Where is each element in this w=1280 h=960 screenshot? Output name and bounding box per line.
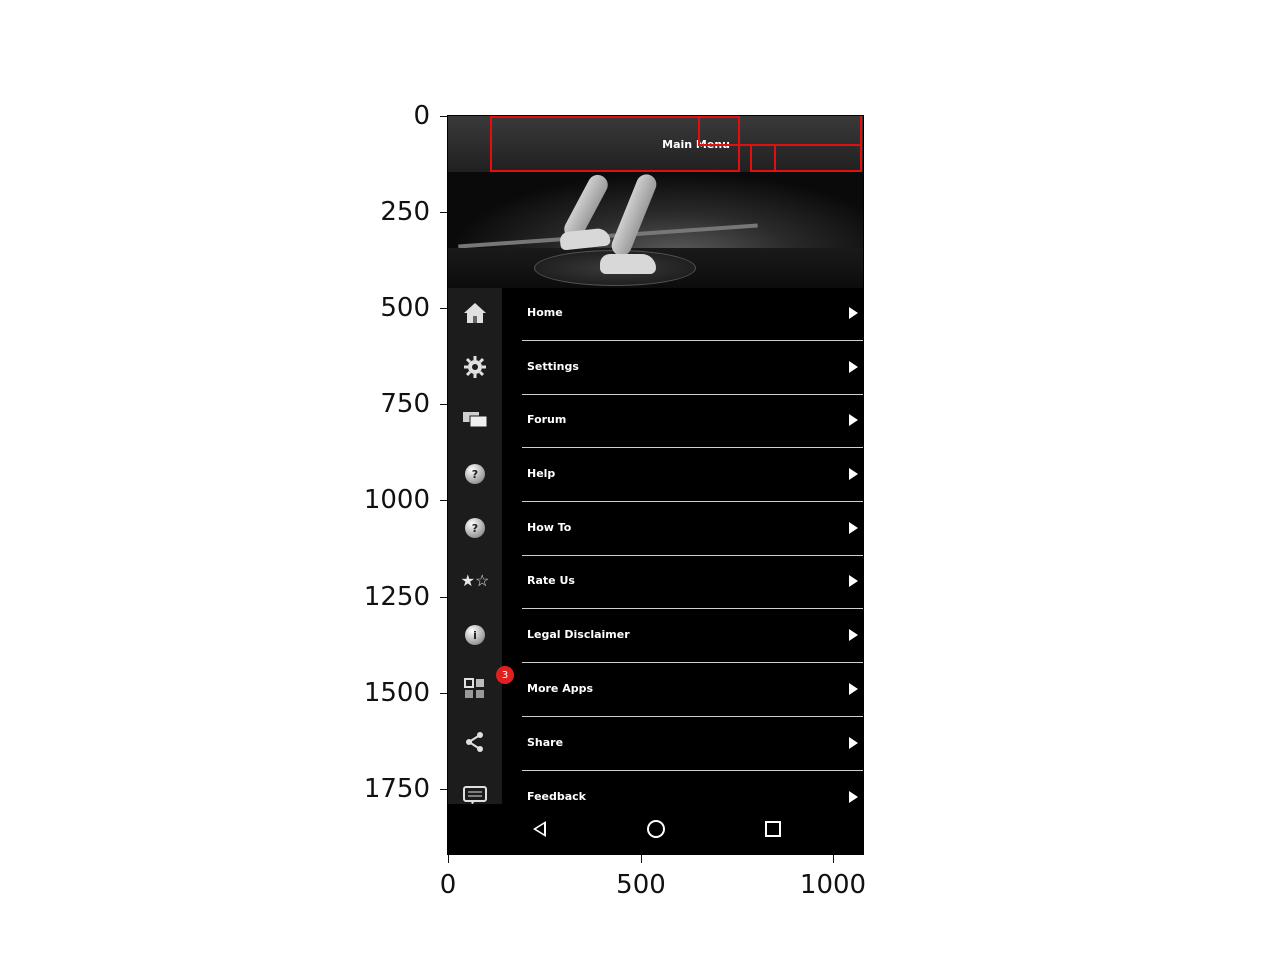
header-button-area[interactable] — [698, 116, 862, 146]
x-tick-mark — [448, 855, 449, 863]
chevron-right-icon — [849, 414, 858, 426]
menu-item-forum[interactable]: Forum — [522, 395, 863, 448]
menu-item-label: Help — [527, 467, 556, 480]
help-glyph: ? — [465, 464, 485, 484]
recents-icon[interactable] — [762, 818, 784, 840]
chevron-right-icon — [849, 522, 858, 534]
chevron-right-icon — [849, 737, 858, 749]
back-icon[interactable] — [528, 818, 550, 840]
y-tick-label: 1500 — [363, 678, 430, 708]
menu-item-label: Settings — [527, 360, 579, 373]
gear-icon[interactable] — [462, 354, 488, 380]
share-icon[interactable] — [462, 729, 488, 755]
y-tick-label: 1250 — [363, 582, 430, 612]
icon-sidebar: ? ? ★☆ i 3 — [448, 288, 514, 805]
menu-item-how-to[interactable]: How To — [522, 503, 863, 556]
leg-right — [608, 172, 660, 259]
x-tick-label: 1000 — [799, 870, 867, 900]
shoe-right — [600, 254, 656, 274]
x-tick-label: 0 — [439, 870, 457, 900]
menu-item-label: Forum — [527, 413, 567, 426]
app-header: Main Menu — [448, 116, 864, 173]
menu-item-help[interactable]: Help — [522, 449, 863, 502]
apps-icon[interactable]: 3 — [462, 666, 514, 702]
y-tick-mark — [440, 693, 448, 694]
x-tick-label: 500 — [616, 870, 666, 900]
info-glyph: i — [465, 625, 485, 645]
phone-screen: Main Menu ? ? ★☆ i 3 Home Settings Forum… — [448, 116, 864, 855]
y-tick-label: 250 — [380, 197, 430, 227]
help-glyph: ? — [465, 518, 485, 538]
stars-icon[interactable]: ★☆ — [457, 568, 493, 594]
home-icon[interactable] — [462, 300, 488, 326]
menu-item-home[interactable]: Home — [522, 288, 863, 341]
y-tick-mark — [440, 597, 448, 598]
chevron-right-icon — [849, 307, 858, 319]
y-tick-mark — [440, 212, 448, 213]
menu-item-label: Feedback — [527, 790, 586, 803]
menu-item-label: More Apps — [527, 682, 594, 695]
header-button-left[interactable] — [750, 144, 776, 172]
menu-item-label: Legal Disclaimer — [527, 628, 630, 641]
y-tick-mark — [440, 116, 448, 117]
header-button-right[interactable] — [774, 144, 862, 172]
chevron-right-icon — [849, 575, 858, 587]
menu-item-label: How To — [527, 521, 572, 534]
hero-banner — [448, 172, 864, 288]
y-tick-mark — [440, 789, 448, 790]
y-tick-label: 1750 — [363, 774, 430, 804]
menu-item-label: Home — [527, 306, 563, 319]
chevron-right-icon — [849, 468, 858, 480]
y-tick-label: 750 — [380, 389, 430, 419]
help-icon[interactable]: ? — [462, 515, 488, 541]
notification-badge: 3 — [496, 666, 514, 684]
menu-item-label: Share — [527, 736, 564, 749]
y-tick-label: 0 — [413, 101, 430, 131]
y-tick-label: 500 — [380, 293, 430, 323]
x-tick-mark — [641, 855, 642, 863]
menu-item-share[interactable]: Share — [522, 718, 863, 771]
chevron-right-icon — [849, 629, 858, 641]
android-nav-bar — [448, 804, 864, 855]
chat-bubbles-icon[interactable] — [462, 407, 488, 433]
menu-item-rate-us[interactable]: Rate Us — [522, 556, 863, 609]
chevron-right-icon — [849, 683, 858, 695]
menu-item-legal-disclaimer[interactable]: Legal Disclaimer — [522, 610, 863, 663]
chevron-right-icon — [849, 361, 858, 373]
x-tick-mark — [833, 855, 834, 863]
menu-item-settings[interactable]: Settings — [522, 342, 863, 395]
help-icon[interactable]: ? — [462, 461, 488, 487]
chevron-right-icon — [849, 791, 858, 803]
info-icon[interactable]: i — [462, 622, 488, 648]
y-tick-mark — [440, 500, 448, 501]
y-tick-mark — [440, 308, 448, 309]
menu-item-more-apps[interactable]: More Apps — [522, 664, 863, 717]
menu-item-label: Rate Us — [527, 574, 575, 587]
home-circle-icon[interactable] — [645, 818, 667, 840]
y-tick-label: 1000 — [363, 485, 430, 515]
y-tick-mark — [440, 404, 448, 405]
